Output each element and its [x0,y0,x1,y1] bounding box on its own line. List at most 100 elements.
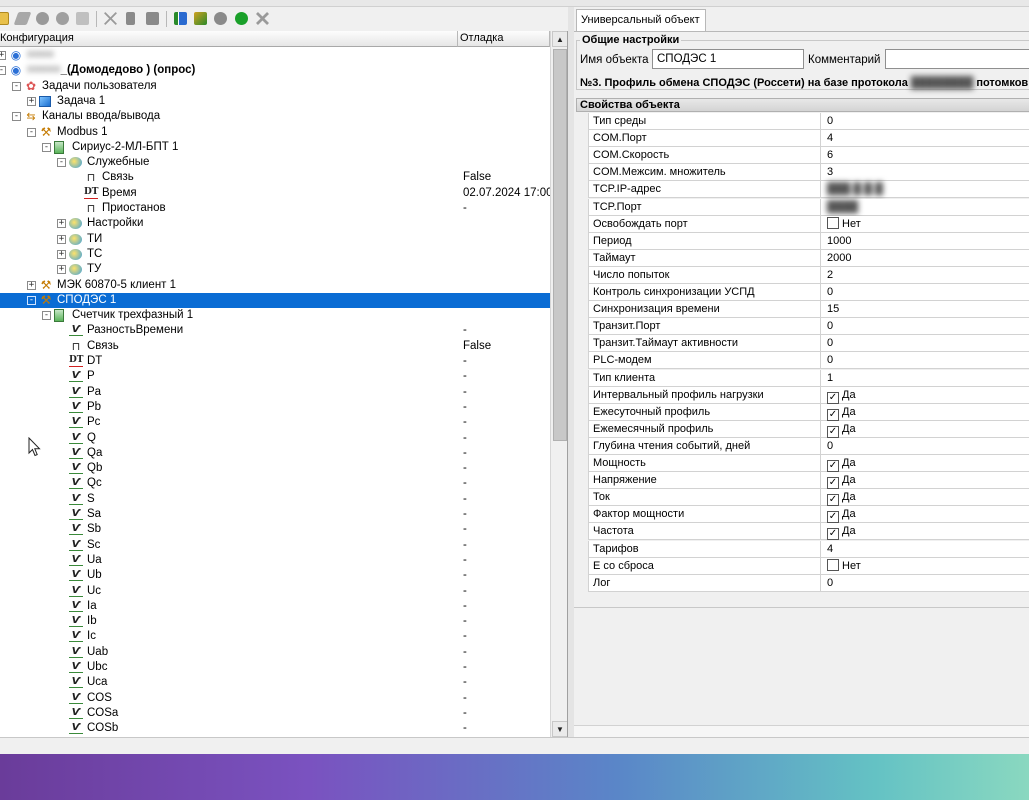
property-value[interactable]: 3 [822,164,1029,181]
property-row[interactable]: Ток ✓ Да [588,489,1029,507]
tree-item[interactable]: Ѵ Sc - [0,538,550,553]
property-value[interactable]: ████ [822,199,1029,216]
property-row[interactable]: Транзит.Таймаут активности 0 [588,335,1029,353]
checkbox-checked-icon[interactable]: ✓ [827,460,839,472]
copy-icon[interactable] [126,12,135,25]
property-row[interactable]: Напряжение ✓ Да [588,472,1029,490]
property-value[interactable]: ✓ Да [822,523,1029,541]
info-icon[interactable] [214,12,227,25]
property-value[interactable]: ✓ Да [822,455,1029,472]
tree-item[interactable]: + ◉ ≡≡≡≡ [0,48,550,63]
property-value[interactable]: 1000 [822,233,1029,250]
property-value[interactable]: Нет [822,216,1029,233]
tree-item[interactable]: Ѵ Uca - [0,675,550,690]
tree-item[interactable]: Ѵ Qa - [0,446,550,461]
property-row[interactable]: COM.Порт 4 [588,130,1029,148]
property-row[interactable]: Период 1000 [588,232,1029,250]
property-row[interactable]: Тарифов 4 [588,540,1029,558]
property-value[interactable]: 6 [822,147,1029,164]
property-value[interactable]: 1 [822,370,1029,387]
tree-item[interactable]: Ѵ Ubc - [0,660,550,675]
property-row[interactable]: Интервальный профиль нагрузки ✓ Да [588,386,1029,404]
collapse-icon[interactable]: - [42,311,51,321]
tree-item[interactable]: Ѵ COSa - [0,706,550,721]
tree-item[interactable]: Ѵ COSb - [0,721,550,736]
property-row[interactable]: Синхронизация времени 15 [588,301,1029,319]
property-value[interactable]: ███.█.█.█ [822,181,1029,198]
property-row[interactable]: Фактор мощности ✓ Да [588,506,1029,524]
property-value[interactable]: 4 [822,130,1029,147]
tree-item[interactable]: Ѵ Ib - [0,614,550,629]
tree-item[interactable]: -◉ ≡≡≡≡≡_(Домодедово ) (опрос) [0,63,550,78]
tree-item[interactable]: + Настройки [0,216,550,231]
column-header-configuration[interactable]: Конфигурация [0,31,458,47]
collapse-icon[interactable]: - [42,142,51,152]
collapse-icon[interactable]: - [27,295,36,305]
checkbox-checked-icon[interactable]: ✓ [827,425,839,438]
tree-item[interactable]: Ѵ Uc - [0,584,550,599]
tree-item[interactable]: + ТИ [0,232,550,247]
tree-item[interactable]: - ⚒ Modbus 1 [0,125,550,140]
tree-item[interactable]: Ѵ Qc - [0,476,550,491]
property-row[interactable]: Лог 0 [588,574,1029,592]
tree-item[interactable]: ѴS - [0,492,550,507]
property-value[interactable]: ✓ Да [822,489,1029,507]
apply-icon[interactable] [235,12,248,25]
collapse-icon[interactable]: - [0,66,6,76]
property-row[interactable]: Контроль синхронизации УСПД 0 [588,284,1029,302]
checkbox-checked-icon[interactable]: ✓ [827,477,839,490]
add-channel-icon[interactable] [76,12,89,25]
tree-item[interactable]: - Сириус-2-МЛ-БПТ 1 [0,140,550,155]
checkbox-checked-icon[interactable]: ✓ [827,528,839,541]
scroll-thumb[interactable] [553,49,567,441]
property-row[interactable]: Таймаут 2000 [588,249,1029,267]
add-object-icon[interactable] [36,12,49,25]
tree-item[interactable]: Ѵ Ub - [0,568,550,583]
property-row[interactable]: Транзит.Порт 0 [588,318,1029,336]
expand-icon[interactable]: + [27,96,36,106]
tree-item[interactable]: - Счетчик трехфазный 1 [0,308,550,323]
property-value[interactable]: Нет [822,558,1029,575]
tree-item[interactable]: Ѵ Pa - [0,385,550,400]
property-row[interactable]: Частота ✓ Да [588,523,1029,541]
expand-icon[interactable]: + [57,249,66,259]
property-value[interactable]: ✓ Да [822,387,1029,404]
tree-item[interactable]: Ѵ РазностьВремени - [0,323,550,338]
property-row[interactable]: Ежесуточный профиль ✓ Да [588,403,1029,421]
checkbox-unchecked-icon[interactable] [827,216,839,229]
property-row[interactable]: Тип клиента 1 [588,369,1029,387]
property-row[interactable]: Тип среды 0 [588,113,1029,131]
tab-universal-object[interactable]: Универсальный объект [576,9,706,31]
tree-item[interactable]: + Задача 1 [0,94,550,109]
property-value[interactable]: 0 [822,318,1029,335]
expand-icon[interactable]: + [57,265,66,275]
paste-icon[interactable] [146,12,159,25]
expand-icon[interactable]: + [57,234,66,244]
property-row[interactable]: Глубина чтения событий, дней 0 [588,437,1029,455]
tree-item[interactable]: ⊓ Связь False [0,339,550,354]
delete-icon[interactable] [104,12,117,25]
property-row[interactable]: Освобождать порт Нет [588,215,1029,233]
tree-item[interactable]: - ✿ Задачи пользователя [0,79,550,94]
tree-item[interactable]: - ⚒ СПОДЭС 1 [0,292,550,309]
property-row[interactable]: TCP.Порт ████ [588,198,1029,216]
property-row[interactable]: Число попыток 2 [588,266,1029,284]
collapse-icon[interactable]: - [12,112,21,122]
tree-item[interactable]: DT Время 02.07.2024 17:00 [0,186,550,201]
property-value[interactable]: ✓ Да [822,506,1029,524]
open-icon[interactable] [0,12,9,25]
tree-item[interactable]: - ⇆ Каналы ввода/вывода [0,109,550,124]
collapse-icon[interactable]: - [27,127,36,137]
property-value[interactable]: 15 [822,301,1029,318]
checkbox-checked-icon[interactable]: ✓ [827,408,839,421]
edit-icon[interactable] [13,12,32,25]
tree-item[interactable]: - Служебные [0,155,550,170]
tree-item[interactable]: Ѵ Sa - [0,507,550,522]
property-row[interactable]: COM.Межсим. множитель 3 [588,164,1029,182]
cancel-icon[interactable] [256,12,269,25]
tree-item[interactable]: Ѵ Ua - [0,553,550,568]
property-value[interactable]: 0 [822,335,1029,352]
expand-icon[interactable]: + [57,219,66,229]
property-value[interactable]: ✓ Да [822,472,1029,490]
tree-item[interactable]: + ТС [0,247,550,262]
